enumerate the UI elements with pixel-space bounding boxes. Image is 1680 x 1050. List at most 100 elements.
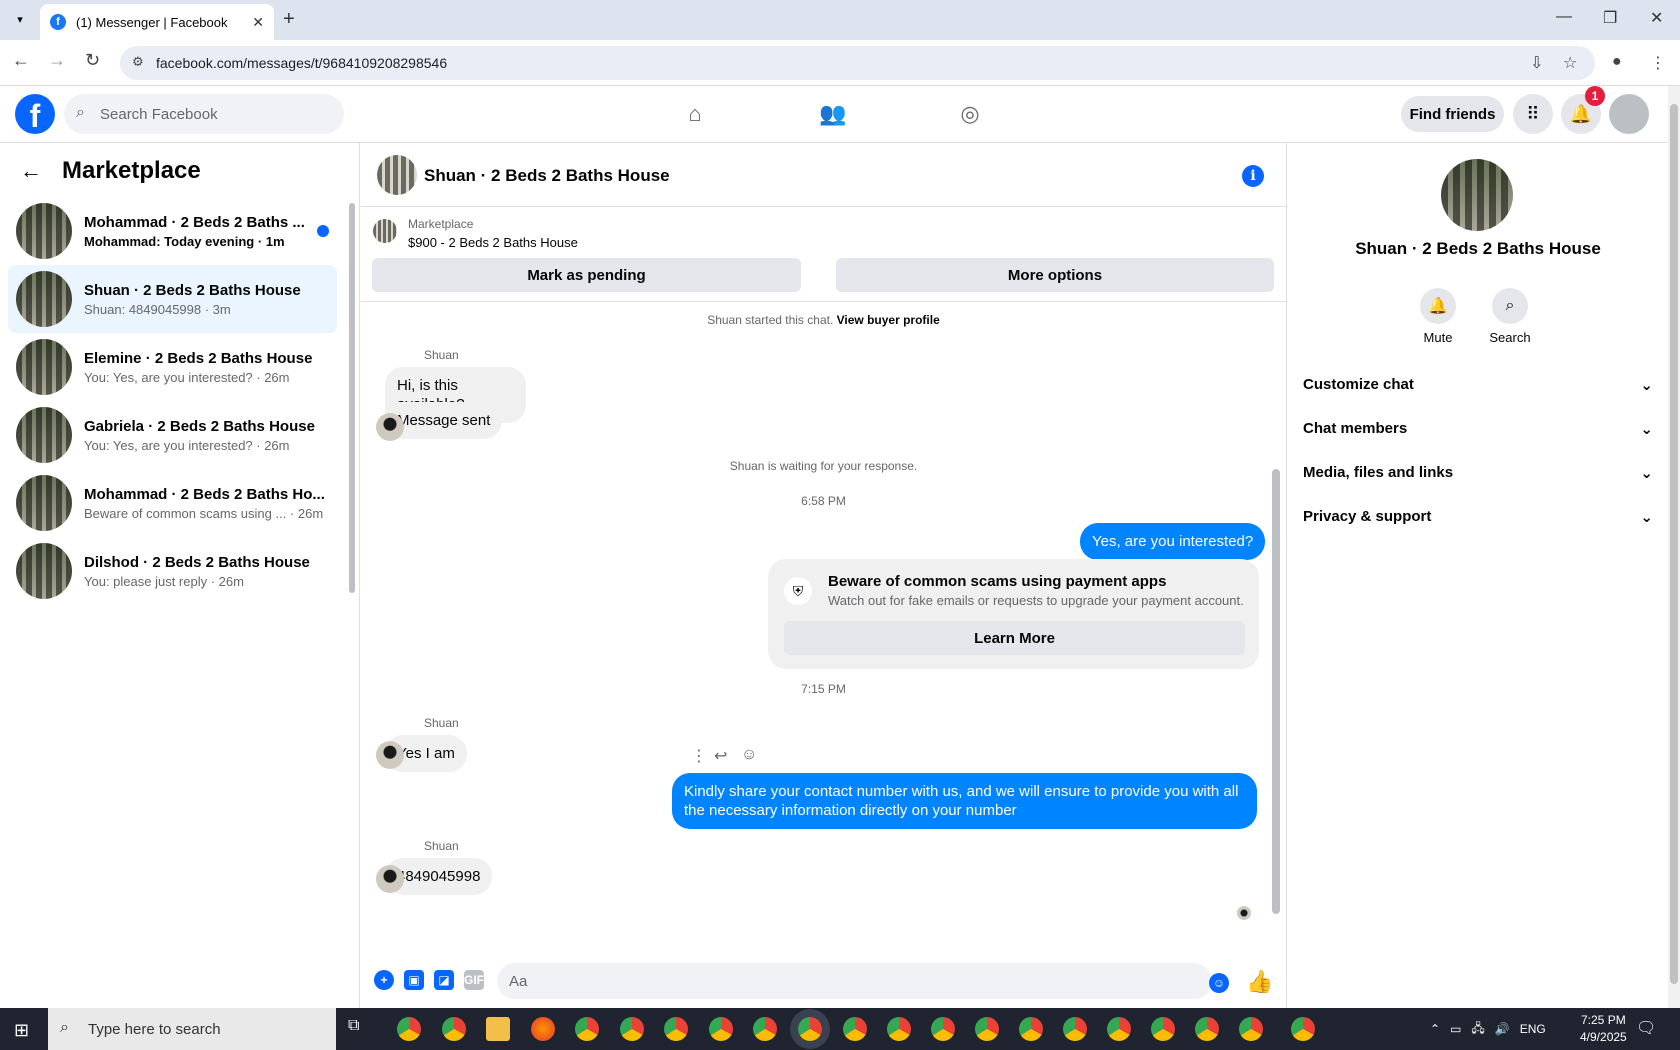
thumbs-up-icon[interactable]: 👍 [1246,969,1273,995]
menu-grid-icon[interactable]: ⠿ [1513,94,1553,134]
mute-action[interactable]: 🔔 Mute [1408,288,1468,345]
chrome-icon[interactable] [1019,1017,1043,1041]
back-icon[interactable]: ← [12,50,30,71]
listing-title[interactable]: $900 - 2 Beds 2 Baths House [408,235,578,250]
account-avatar[interactable] [1609,94,1649,134]
task-view-icon[interactable]: ⧉ [348,1017,372,1041]
browser-menu-icon[interactable]: ⋮ [1650,53,1666,73]
chrome-icon[interactable] [887,1017,911,1041]
conversation-item[interactable]: Mohammad · 2 Beds 2 Baths ... Mohammad: T… [8,197,337,265]
scrollbar-thumb[interactable] [1272,469,1280,914]
find-friends-button[interactable]: Find friends [1401,96,1504,132]
sender-avatar[interactable] [376,413,404,441]
view-buyer-profile-link[interactable]: View buyer profile [837,313,940,327]
chrome-icon[interactable] [664,1017,688,1041]
sticker-icon[interactable]: ◪ [434,970,454,990]
info-icon[interactable]: i [1242,165,1264,187]
chrome-icon[interactable] [397,1017,421,1041]
chat-scrollbar[interactable] [1271,293,1281,933]
chrome-icon[interactable] [442,1017,466,1041]
facebook-logo-icon[interactable]: f [15,94,55,134]
groups-icon[interactable]: ◎ [954,98,986,130]
conversation-item[interactable]: Dilshod · 2 Beds 2 Baths House You: pleas… [8,537,337,605]
photo-icon[interactable]: ▣ [404,970,424,990]
file-explorer-icon[interactable] [486,1017,510,1041]
privacy-support-section[interactable]: Privacy & support ⌄ [1303,508,1653,526]
chrome-icon[interactable] [931,1017,955,1041]
page-scrollbar[interactable] [1668,86,1680,1008]
firefox-icon[interactable] [531,1017,555,1041]
home-icon[interactable]: ⌂ [679,98,711,130]
forward-icon[interactable]: → [48,50,66,71]
chrome-icon[interactable] [1291,1017,1315,1041]
scrollbar-thumb[interactable] [1670,104,1678,984]
minimize-icon[interactable]: — [1556,8,1572,26]
mark-as-pending-button[interactable]: Mark as pending [372,258,801,292]
chrome-icon[interactable] [575,1017,599,1041]
chat-members-section[interactable]: Chat members ⌄ [1303,420,1653,438]
close-window-icon[interactable]: ✕ [1650,8,1663,28]
chrome-icon[interactable] [975,1017,999,1041]
chrome-icon[interactable] [1195,1017,1219,1041]
more-options-button[interactable]: More options [836,258,1274,292]
add-attachment-icon[interactable]: + [374,970,394,990]
react-emoji-icon[interactable]: ☺ [741,746,757,764]
more-actions-icon[interactable]: ⋮ [691,746,707,766]
conversation-item[interactable]: Mohammad · 2 Beds 2 Baths Ho... Beware of… [8,469,337,537]
search-action[interactable]: ⌕ Search [1480,288,1540,345]
chat-avatar[interactable] [377,155,417,195]
taskbar-search-input[interactable]: ⌕ Type here to search [48,1008,336,1050]
chrome-icon[interactable] [753,1017,777,1041]
meet-now-icon[interactable]: ▭ [1450,1022,1461,1036]
reload-icon[interactable]: ↻ [85,50,100,71]
profile-icon[interactable]: ● [1612,53,1622,71]
chrome-icon-active[interactable] [798,1017,822,1041]
reply-icon[interactable]: ↩ [714,746,727,766]
listing-thumbnail[interactable] [373,219,397,243]
outgoing-message[interactable]: Kindly share your contact number with us… [672,773,1257,829]
notification-center-icon[interactable]: 🗨 [1636,1018,1660,1042]
tab-search-button[interactable]: ▾ [10,9,30,29]
new-tab-icon[interactable]: + [283,8,295,31]
chat-title[interactable]: Shuan · 2 Beds 2 Baths House [424,166,670,186]
customize-chat-section[interactable]: Customize chat ⌄ [1303,376,1653,394]
back-arrow-icon[interactable]: ← [20,158,42,184]
conversation-name: Gabriela · 2 Beds 2 Baths House [84,417,315,435]
chrome-icon[interactable] [1063,1017,1087,1041]
install-app-icon[interactable]: ⇩ [1530,53,1543,73]
site-info-icon[interactable]: ⚙ [132,54,144,70]
windows-start-icon[interactable]: ⊞ [14,1020,29,1041]
sender-avatar[interactable] [376,865,404,893]
conversation-scrollbar[interactable] [348,189,356,599]
restore-icon[interactable]: ❐ [1603,8,1617,28]
chrome-icon[interactable] [843,1017,867,1041]
close-tab-icon[interactable]: ✕ [252,14,264,31]
network-icon[interactable]: 🖧 [1471,1019,1484,1040]
conversation-item-selected[interactable]: Shuan · 2 Beds 2 Baths House Shuan: 48490… [8,265,337,333]
media-files-links-section[interactable]: Media, files and links ⌄ [1303,464,1653,482]
outgoing-message[interactable]: Yes, are you interested? [1080,523,1266,560]
volume-icon[interactable]: 🔊 [1495,1022,1510,1036]
conversation-item[interactable]: Gabriela · 2 Beds 2 Baths House You: Yes,… [8,401,337,469]
facebook-search-input[interactable]: ⌕ Search Facebook [64,94,344,134]
sender-avatar[interactable] [376,741,404,769]
chrome-icon[interactable] [1151,1017,1175,1041]
browser-tab[interactable]: f (1) Messenger | Facebook ✕ [40,4,274,40]
system-clock[interactable]: 7:25 PM 4/9/2025 [1580,1012,1627,1046]
chrome-icon[interactable] [709,1017,733,1041]
scrollbar-thumb[interactable] [349,203,355,593]
bookmark-star-icon[interactable]: ☆ [1563,53,1577,73]
address-bar[interactable]: ⚙ facebook.com/messages/t/96841092082985… [120,46,1595,80]
gif-icon[interactable]: GIF [464,970,484,990]
language-indicator[interactable]: ENG [1520,1022,1546,1036]
chrome-icon[interactable] [620,1017,644,1041]
chrome-icon[interactable] [1107,1017,1131,1041]
emoji-icon[interactable]: ☺ [1209,973,1229,993]
chrome-icon[interactable] [1239,1017,1263,1041]
contact-avatar[interactable] [1441,159,1513,231]
show-hidden-icons-icon[interactable]: ⌃ [1430,1022,1440,1036]
message-input[interactable]: Aa [497,963,1212,999]
learn-more-button[interactable]: Learn More [784,621,1245,655]
friends-icon[interactable]: 👥 [817,98,849,130]
conversation-item[interactable]: Elemine · 2 Beds 2 Baths House You: Yes, … [8,333,337,401]
